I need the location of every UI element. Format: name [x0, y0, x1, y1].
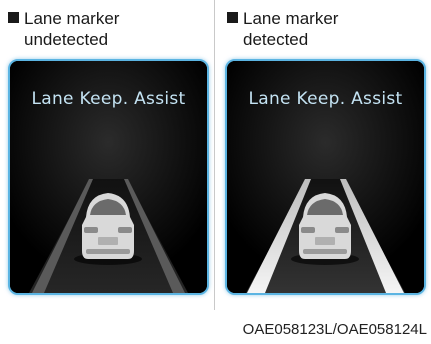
cluster-display-undetected: Lane Keep. Assist [8, 59, 209, 295]
square-bullet-icon [227, 12, 238, 23]
figure-code: OAE058123L/OAE058124L [242, 321, 427, 338]
panel-undetected: Lane marker undetected Lane Keep. Assist [0, 0, 211, 310]
caption-line1: Lane marker [243, 9, 339, 28]
caption-line2: detected [243, 30, 309, 49]
caption-line1: Lane marker [24, 9, 120, 28]
square-bullet-icon [8, 12, 19, 23]
panel-detected: Lane marker detected Lane Keep. Assist [219, 0, 430, 310]
display-title: Lane Keep. Assist [31, 89, 186, 109]
display-title: Lane Keep. Assist [248, 89, 403, 109]
caption-undetected: Lane marker undetected [8, 8, 208, 50]
caption-detected: Lane marker detected [227, 8, 427, 50]
cluster-display-detected: Lane Keep. Assist [225, 59, 426, 295]
caption-line2: undetected [24, 30, 109, 49]
column-divider [214, 0, 215, 310]
